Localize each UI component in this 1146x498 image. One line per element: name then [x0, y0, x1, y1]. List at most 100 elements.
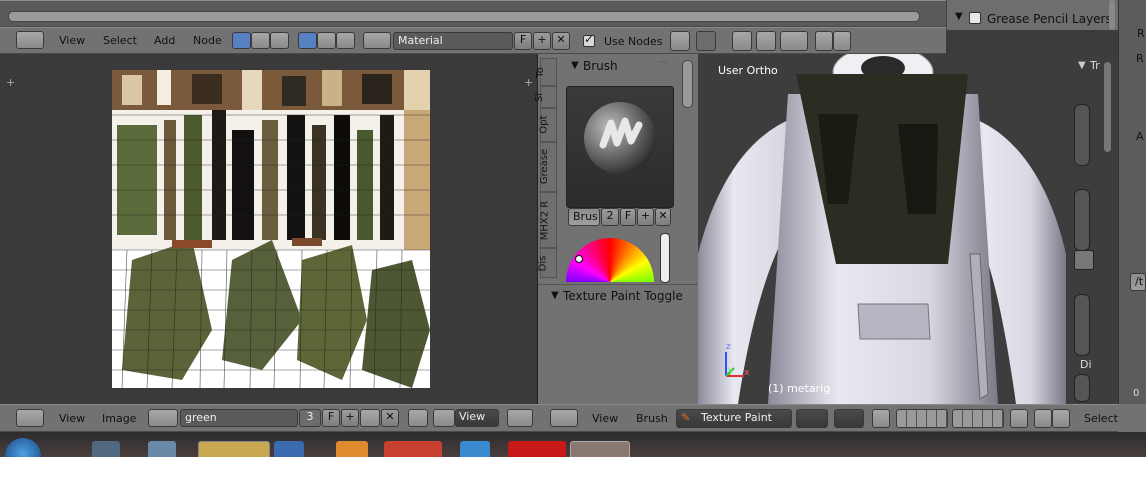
brush-name-field[interactable]: Brus	[568, 208, 600, 226]
object-icon[interactable]	[298, 32, 317, 49]
paste-nodes-icon[interactable]	[833, 31, 851, 51]
compositing-nodes-icon[interactable]	[251, 32, 270, 49]
grease-pencil-layers-label: Grease Pencil Layers	[987, 12, 1112, 26]
editor-type-icon[interactable]	[16, 31, 44, 49]
dropdown-toggle[interactable]	[1074, 250, 1094, 270]
brush-new-button[interactable]: +	[637, 208, 654, 226]
image-unlink-button[interactable]: ✕	[381, 409, 399, 427]
brush-unlink-button[interactable]: ✕	[655, 208, 671, 226]
spinner-group-1[interactable]	[1074, 104, 1090, 166]
render-camera-icon[interactable]	[1034, 409, 1052, 428]
right-edge-path-field[interactable]: /t	[1130, 273, 1146, 291]
right-edge-label-a: A	[1136, 130, 1144, 143]
menu-node[interactable]: Node	[193, 34, 222, 47]
world-icon[interactable]	[317, 32, 336, 49]
uv-view-mode-icon[interactable]	[433, 409, 455, 427]
brush-fake-user-button[interactable]: F	[620, 208, 636, 226]
material-fake-user-button[interactable]: F	[514, 32, 532, 50]
image-users-count: 3	[299, 409, 321, 427]
start-button[interactable]	[5, 438, 41, 458]
spinner-group-2[interactable]	[1074, 189, 1090, 251]
timeline-scrollbar[interactable]	[8, 11, 920, 22]
mask-toggle-icon[interactable]	[872, 409, 890, 428]
pin-icon[interactable]	[670, 31, 690, 51]
spinner-group-3[interactable]	[1074, 294, 1090, 356]
viewport-3d[interactable]: User Ortho z y x (1) metarig	[698, 54, 1066, 404]
uv-render-slot-icon[interactable]	[507, 409, 533, 427]
layers-grid-1[interactable]	[896, 409, 948, 428]
backdrop-icon[interactable]	[732, 31, 752, 51]
viewport-properties-region: ▼ Tr Di	[1066, 54, 1118, 404]
menu-add[interactable]: Add	[154, 34, 175, 47]
taskbar-app-red[interactable]	[508, 441, 566, 457]
texture-nodes-icon[interactable]	[270, 32, 289, 49]
taskbar-app-firefox[interactable]	[336, 441, 368, 457]
properties-arrow-icon[interactable]: ▼	[1078, 60, 1086, 71]
collapse-arrow-icon[interactable]: ▼	[955, 11, 963, 22]
grease-pencil-layers-checkbox[interactable]	[969, 12, 981, 24]
use-nodes-check-mark: ✓	[584, 32, 595, 46]
shelf-scrollbar[interactable]	[682, 60, 693, 108]
taskbar-app-1[interactable]	[92, 441, 120, 457]
render-clapper-icon[interactable]	[1052, 409, 1070, 428]
right-edge-r-top: R	[1137, 27, 1145, 40]
properties-scrollbar[interactable]	[1104, 62, 1111, 152]
layer-lock-icon[interactable]	[1010, 409, 1028, 428]
uv-pin-icon[interactable]	[408, 409, 428, 427]
image-fake-user-button[interactable]: F	[322, 409, 340, 427]
scroll-handle-top-right[interactable]	[1109, 0, 1115, 30]
panel-drag-handle-icon[interactable]: ⋯	[658, 58, 667, 68]
tab-grease-pencil[interactable]: Grease	[539, 142, 557, 192]
tab-display[interactable]: Dis	[537, 248, 557, 278]
snap-toggle-icon[interactable]	[756, 31, 776, 51]
layers-grid-2[interactable]	[952, 409, 1004, 428]
uv-view-dropdown[interactable]: View	[455, 409, 499, 427]
menu-view[interactable]: View	[59, 34, 85, 47]
taskbar-app-chrome[interactable]	[384, 441, 442, 457]
tab-mhx2[interactable]: MHX2 R	[539, 192, 557, 248]
material-browse-icon[interactable]	[363, 32, 391, 49]
shader-nodes-icon[interactable]	[232, 32, 251, 49]
spinner-group-4[interactable]	[1074, 374, 1090, 402]
taskbar-app-2[interactable]	[148, 441, 176, 457]
taskbar-app-3[interactable]	[274, 441, 304, 457]
taskbar-app-ie[interactable]	[460, 441, 490, 457]
image-open-icon[interactable]	[360, 409, 380, 427]
material-new-button[interactable]: +	[533, 32, 551, 50]
texture-toggle-arrow-icon[interactable]: ▼	[551, 290, 559, 301]
viewport-menu-view[interactable]: View	[592, 412, 618, 425]
image-new-button[interactable]: +	[341, 409, 359, 427]
copy-nodes-icon[interactable]	[815, 31, 833, 51]
taskbar	[0, 432, 1146, 459]
right-edge-strip	[1118, 0, 1146, 440]
area-corner-plus-icon[interactable]: +	[6, 76, 15, 89]
menu-select[interactable]: Select	[103, 34, 137, 47]
uv-menu-image[interactable]: Image	[102, 412, 136, 425]
image-browse-icon[interactable]	[148, 409, 178, 427]
pivot-dropdown[interactable]	[834, 409, 864, 428]
uv-editor-type-icon[interactable]	[16, 409, 44, 427]
go-parent-icon[interactable]	[696, 31, 716, 51]
axis-x-label: x	[744, 368, 750, 378]
material-unlink-button[interactable]: ✕	[552, 32, 570, 50]
brush-panel-arrow-icon[interactable]: ▼	[571, 60, 579, 71]
texture-image	[112, 70, 430, 388]
snap-element-icon[interactable]	[780, 31, 808, 51]
tab-tools[interactable]: To	[535, 58, 557, 86]
linestyle-icon[interactable]	[336, 32, 355, 49]
tab-options[interactable]: Opt	[539, 108, 557, 142]
viewport-menu-brush[interactable]: Brush	[636, 412, 668, 425]
color-wheel-cursor[interactable]	[575, 255, 583, 263]
shading-dropdown[interactable]	[796, 409, 828, 428]
uv-menu-view[interactable]: View	[59, 412, 85, 425]
image-name-field[interactable]: green	[180, 409, 298, 427]
mode-dropdown[interactable]: ✎ Texture Paint	[676, 409, 792, 428]
area-corner-plus-icon-right[interactable]: +	[524, 76, 533, 89]
material-field[interactable]: Material	[393, 32, 513, 50]
brush-preview[interactable]	[566, 86, 674, 208]
texture-paint-toggle-title: Texture Paint Toggle	[563, 289, 683, 303]
viewport-editor-type-icon[interactable]	[550, 409, 578, 427]
uv-editor-area[interactable]: + +	[0, 54, 539, 404]
tab-slots[interactable]: Sl	[534, 86, 557, 108]
value-slider[interactable]	[660, 233, 670, 283]
